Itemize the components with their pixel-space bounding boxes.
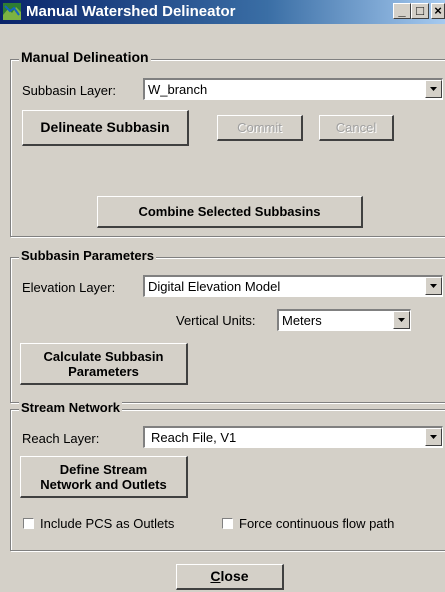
vertical-units-label: Vertical Units: xyxy=(176,313,256,328)
define-button-line1: Define Stream xyxy=(59,461,148,477)
reach-layer-dropdown-button[interactable] xyxy=(425,428,442,446)
vertical-units-dropdown-button[interactable] xyxy=(393,311,410,329)
watershed-app-icon xyxy=(3,3,21,20)
manual-delineation-legend: Manual Delineation xyxy=(19,49,151,65)
chevron-down-icon xyxy=(430,435,437,439)
subbasin-layer-label: Subbasin Layer: xyxy=(22,83,116,98)
chevron-down-icon xyxy=(430,87,437,91)
calculate-button-line1: Calculate Subbasin xyxy=(43,348,164,364)
subbasin-parameters-legend: Subbasin Parameters xyxy=(19,248,156,263)
elevation-layer-value: Digital Elevation Model xyxy=(148,279,281,294)
cancel-button[interactable]: Cancel xyxy=(319,115,394,141)
vertical-units-value: Meters xyxy=(282,313,322,328)
close-button-label: Close xyxy=(210,568,249,584)
calculate-subbasin-parameters-button[interactable]: Calculate Subbasin Parameters xyxy=(20,343,188,385)
minimize-icon: _ xyxy=(398,3,406,18)
force-continuous-flow-label[interactable]: Force continuous flow path xyxy=(239,516,394,531)
maximize-button[interactable]: □ xyxy=(411,3,429,19)
combine-selected-subbasins-button[interactable]: Combine Selected Subbasins xyxy=(97,196,363,228)
define-button-line2: Network and Outlets xyxy=(40,476,167,492)
reach-layer-value: Reach File, V1 xyxy=(151,430,237,445)
include-pcs-label[interactable]: Include PCS as Outlets xyxy=(40,516,174,531)
chevron-down-icon xyxy=(430,284,437,288)
elevation-layer-label: Elevation Layer: xyxy=(22,280,116,295)
subbasin-layer-dropdown-button[interactable] xyxy=(425,80,442,98)
subbasin-layer-select[interactable]: W_branch xyxy=(143,78,443,100)
reach-layer-label: Reach Layer: xyxy=(22,431,100,446)
calculate-button-line2: Parameters xyxy=(68,363,139,379)
close-window-button[interactable]: × xyxy=(431,3,445,19)
define-stream-network-button[interactable]: Define Stream Network and Outlets xyxy=(20,456,188,498)
close-button[interactable]: Close xyxy=(176,564,284,590)
include-pcs-checkbox[interactable] xyxy=(23,518,34,529)
elevation-layer-select[interactable]: Digital Elevation Model xyxy=(143,275,443,297)
window-title: Manual Watershed Delineator xyxy=(26,3,236,20)
stream-network-legend: Stream Network xyxy=(19,400,122,415)
minimize-button[interactable]: _ xyxy=(393,3,411,19)
maximize-icon: □ xyxy=(416,3,424,18)
commit-button[interactable]: Commit xyxy=(217,115,303,141)
delineate-subbasin-button[interactable]: Delineate Subbasin xyxy=(22,110,189,146)
chevron-down-icon xyxy=(398,318,405,322)
title-bar[interactable]: Manual Watershed Delineator _ □ × xyxy=(0,0,445,24)
subbasin-layer-value: W_branch xyxy=(148,82,208,97)
force-continuous-flow-checkbox[interactable] xyxy=(222,518,233,529)
close-icon: × xyxy=(434,3,442,18)
reach-layer-select[interactable]: Reach File, V1 xyxy=(143,426,443,448)
vertical-units-select[interactable]: Meters xyxy=(277,309,411,331)
elevation-layer-dropdown-button[interactable] xyxy=(425,277,442,295)
